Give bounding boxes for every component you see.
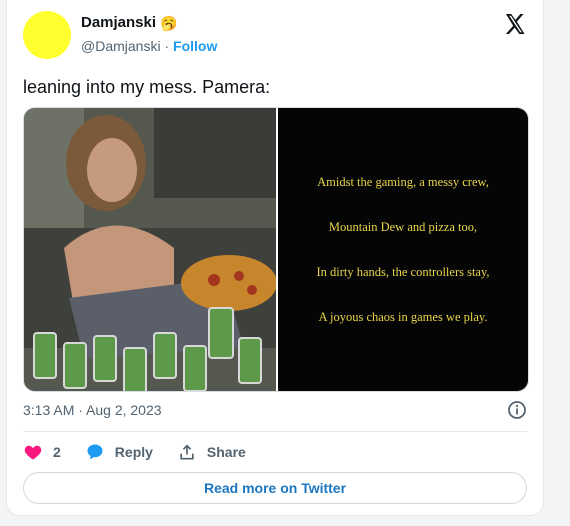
share-button[interactable]: Share [177, 442, 246, 462]
divider [23, 431, 527, 432]
share-icon [180, 444, 194, 460]
read-more-button[interactable]: Read more on Twitter [23, 472, 527, 504]
photo-illustration [24, 108, 277, 391]
heart-icon [24, 445, 42, 460]
share-label: Share [206, 444, 246, 460]
tweet-timestamp[interactable]: 3:13 AM · Aug 2, 2023 [23, 402, 162, 418]
handle-row: @Damjanski · Follow [81, 38, 217, 54]
poem-line: Mountain Dew and pizza too, [328, 219, 478, 234]
author-name-row: Damjanski 🥱 [81, 14, 177, 31]
poem-image[interactable]: Amidst the gaming, a messy crew, Mountai… [278, 108, 528, 391]
tweet-card: Damjanski 🥱 @Damjanski · Follow leaning … [6, 0, 544, 516]
display-name[interactable]: Damjanski [81, 14, 156, 31]
tweet-media[interactable]: Amidst the gaming, a messy crew, Mountai… [23, 107, 529, 392]
poem-line: Amidst the gaming, a messy crew, [317, 174, 489, 189]
like-count: 2 [53, 444, 61, 460]
handle[interactable]: @Damjanski [81, 38, 161, 54]
separator-dot: · [164, 38, 170, 54]
avatar[interactable] [23, 11, 71, 59]
reply-button[interactable]: Reply [85, 442, 153, 462]
poem-line: In dirty hands, the controllers stay, [316, 264, 490, 279]
info-icon[interactable] [507, 400, 527, 420]
like-button[interactable]: 2 [23, 442, 61, 462]
photo-gaming-mess[interactable] [24, 108, 277, 391]
poem-line: A joyous chaos in games we play. [318, 309, 488, 324]
x-logo-icon[interactable] [503, 12, 527, 36]
action-bar: 2 Reply Share [23, 442, 270, 462]
tweet-text: leaning into my mess. Pamera: [23, 77, 271, 97]
status-emoji: 🥱 [160, 14, 178, 31]
reply-bubble-icon [87, 444, 103, 460]
reply-label: Reply [114, 444, 153, 460]
follow-link[interactable]: Follow [173, 38, 217, 54]
